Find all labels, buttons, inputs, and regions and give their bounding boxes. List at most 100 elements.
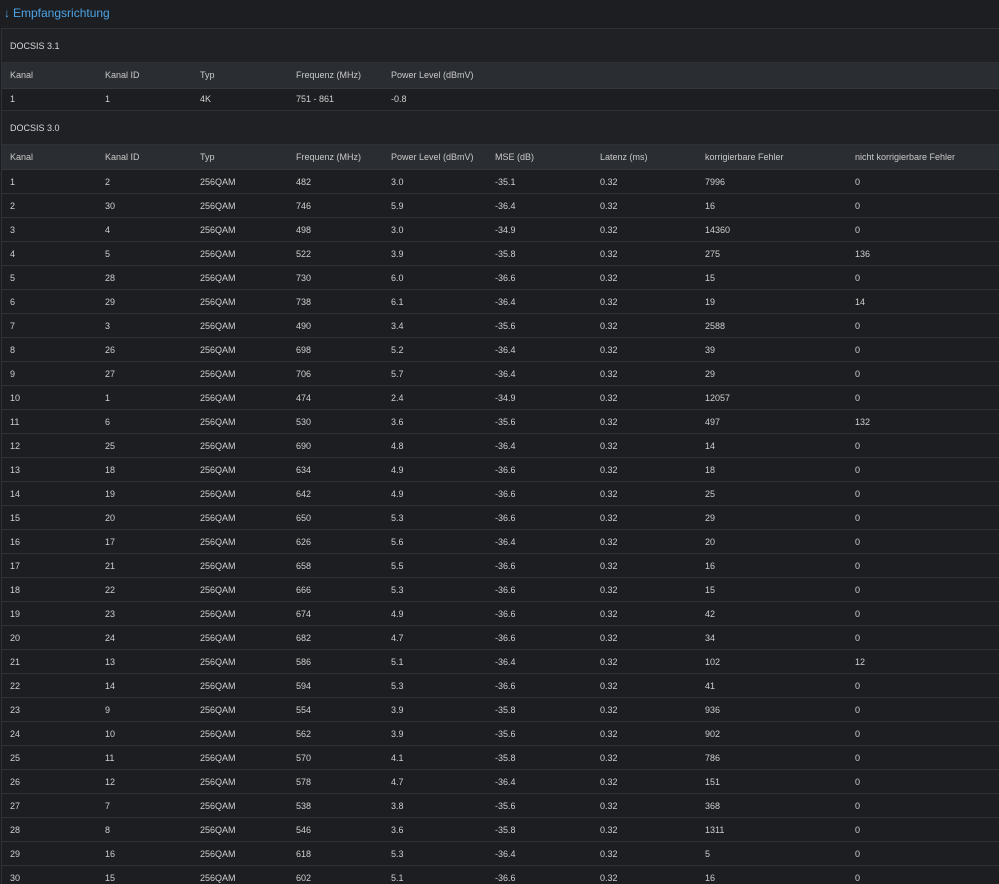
cell-frequenz: 578: [288, 769, 383, 794]
table-row: 27 7 256QAM 538 3.8 -35.6 0.32 368 0: [2, 793, 999, 818]
cell-power-level: 3.4: [383, 313, 487, 338]
cell-power-level: 4.7: [383, 769, 487, 794]
cell-kanal: 27: [2, 793, 97, 818]
cell-latenz: 0.32: [592, 289, 697, 314]
cell-korrigierbare-fehler: 25: [697, 481, 847, 506]
cell-kanal-id: 1: [97, 385, 192, 410]
cell-korrigierbare-fehler: 936: [697, 697, 847, 722]
cell-mse: -36.4: [487, 337, 592, 362]
cell-frequenz: 682: [288, 625, 383, 650]
cell-kanal: 22: [2, 673, 97, 698]
cell-latenz: 0.32: [592, 385, 697, 410]
table-row: 20 24 256QAM 682 4.7 -36.6 0.32 34 0: [2, 625, 999, 650]
cell-nicht-korrigierbare-fehler: 0: [847, 361, 999, 386]
cell-nicht-korrigierbare-fehler: 0: [847, 577, 999, 602]
cell-korrigierbare-fehler: 16: [697, 553, 847, 578]
cell-nicht-korrigierbare-fehler: 14: [847, 289, 999, 314]
docsis30-table: Kanal Kanal ID Typ Frequenz (MHz) Power Leve…: [2, 144, 999, 884]
cell-mse: -36.6: [487, 505, 592, 530]
cell-korrigierbare-fehler: 14360: [697, 217, 847, 242]
cell-mse: -36.4: [487, 529, 592, 554]
cell-kanal-id: 29: [97, 289, 192, 314]
docsis30-header-row: Kanal Kanal ID Typ Frequenz (MHz) Power Leve…: [2, 144, 999, 170]
table-row: 16 17 256QAM 626 5.6 -36.4 0.32 20 0: [2, 529, 999, 554]
cell-latenz: 0.32: [592, 865, 697, 884]
cell-mse: -36.6: [487, 625, 592, 650]
cell-frequenz: 626: [288, 529, 383, 554]
cell-frequenz: 474: [288, 385, 383, 410]
docsis31-header-korrigierbare-fehler: [697, 63, 847, 89]
cell-kanal: 20: [2, 625, 97, 650]
table-row: 5 28 256QAM 730 6.0 -36.6 0.32 15 0: [2, 265, 999, 290]
cell-mse: -35.6: [487, 313, 592, 338]
cell-kanal-id: 30: [97, 193, 192, 218]
docsis30-header-kanal: Kanal: [2, 144, 97, 170]
cell-kanal: 8: [2, 337, 97, 362]
cell-nicht-korrigierbare-fehler: 0: [847, 793, 999, 818]
docsis30-header-power-level: Power Level (dBmV): [383, 144, 487, 170]
cell-kanal: 23: [2, 697, 97, 722]
docsis30-header-kanal-id: Kanal ID: [97, 144, 192, 170]
cell-power-level: 4.9: [383, 481, 487, 506]
cell-nicht-korrigierbare-fehler: 0: [847, 865, 999, 884]
table-row: 28 8 256QAM 546 3.6 -35.8 0.32 1311 0: [2, 817, 999, 842]
cell-power-level: -0.8: [383, 88, 487, 111]
cell-latenz: 0.32: [592, 673, 697, 698]
cell-typ: 256QAM: [192, 457, 288, 482]
cell-power-level: 5.3: [383, 673, 487, 698]
cell-kanal: 26: [2, 769, 97, 794]
cell-kanal-id: 25: [97, 433, 192, 458]
table-row: 24 10 256QAM 562 3.9 -35.6 0.32 902 0: [2, 721, 999, 746]
cell-korrigierbare-fehler: [697, 88, 847, 111]
cell-mse: -35.8: [487, 817, 592, 842]
channel-panel: DOCSIS 3.1 Kanal Kanal ID Typ Frequenz (MHz…: [1, 28, 999, 884]
docsis31-header-mse: [487, 63, 592, 89]
cell-power-level: 3.9: [383, 697, 487, 722]
cell-nicht-korrigierbare-fehler: 0: [847, 721, 999, 746]
cell-typ: 256QAM: [192, 193, 288, 218]
cell-mse: -36.4: [487, 649, 592, 674]
cell-korrigierbare-fehler: 41: [697, 673, 847, 698]
cell-power-level: 6.0: [383, 265, 487, 290]
table-row: 21 13 256QAM 586 5.1 -36.4 0.32 102 12: [2, 649, 999, 674]
cell-frequenz: 642: [288, 481, 383, 506]
cell-mse: -35.6: [487, 721, 592, 746]
cell-power-level: 5.6: [383, 529, 487, 554]
cell-kanal-id: 1: [97, 88, 192, 111]
cell-latenz: 0.32: [592, 577, 697, 602]
cell-latenz: 0.32: [592, 193, 697, 218]
cell-mse: -35.6: [487, 793, 592, 818]
cell-korrigierbare-fehler: 102: [697, 649, 847, 674]
cell-kanal-id: 13: [97, 649, 192, 674]
cell-latenz: 0.32: [592, 745, 697, 770]
cell-kanal: 24: [2, 721, 97, 746]
cell-latenz: [592, 88, 697, 111]
cell-mse: -36.4: [487, 193, 592, 218]
cell-mse: -36.4: [487, 289, 592, 314]
cell-power-level: 6.1: [383, 289, 487, 314]
cell-kanal: 6: [2, 289, 97, 314]
cell-mse: [487, 88, 592, 111]
docsis31-header-latenz: [592, 63, 697, 89]
cell-typ: 4K: [192, 88, 288, 111]
cell-kanal-id: 15: [97, 865, 192, 884]
cell-kanal: 12: [2, 433, 97, 458]
cell-typ: 256QAM: [192, 697, 288, 722]
docsis31-header-power-level: Power Level (dBmV): [383, 63, 487, 89]
cell-korrigierbare-fehler: 275: [697, 241, 847, 266]
cell-power-level: 3.9: [383, 721, 487, 746]
cell-latenz: 0.32: [592, 481, 697, 506]
cell-frequenz: 746: [288, 193, 383, 218]
cell-kanal: 3: [2, 217, 97, 242]
cell-kanal-id: 11: [97, 745, 192, 770]
cell-nicht-korrigierbare-fehler: 0: [847, 625, 999, 650]
cell-nicht-korrigierbare-fehler: 0: [847, 313, 999, 338]
cell-typ: 256QAM: [192, 841, 288, 866]
cell-power-level: 5.3: [383, 841, 487, 866]
cell-korrigierbare-fehler: 39: [697, 337, 847, 362]
downstream-section-link[interactable]: ↓ Empfangsrichtung: [0, 0, 999, 28]
cell-typ: 256QAM: [192, 313, 288, 338]
cell-frequenz: 738: [288, 289, 383, 314]
table-row: 13 18 256QAM 634 4.9 -36.6 0.32 18 0: [2, 457, 999, 482]
cell-kanal-id: 3: [97, 313, 192, 338]
